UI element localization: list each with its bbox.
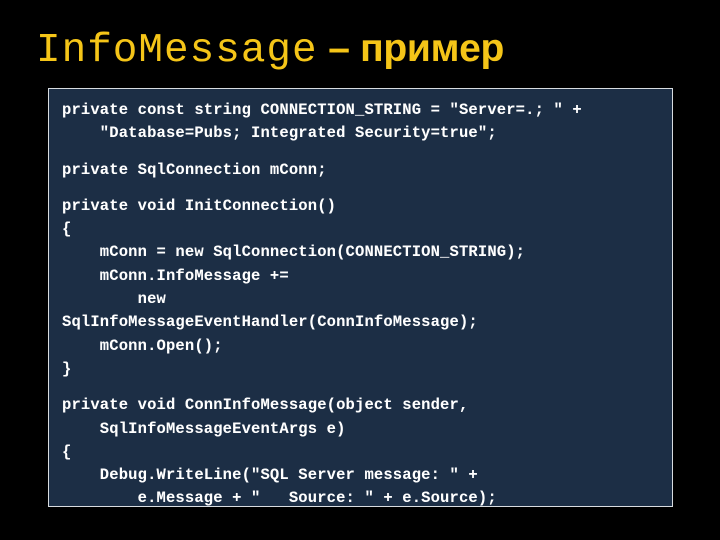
slide-canvas: InfoMessage – пример private const strin…	[0, 0, 720, 540]
code-line: mConn.Open();	[62, 336, 223, 355]
code-line: {	[62, 442, 72, 461]
code-line: mConn = new SqlConnection(CONNECTION_STR…	[62, 243, 526, 262]
code-line: {	[62, 220, 72, 239]
page-title-mono-part: InfoMessage	[36, 28, 318, 74]
code-line: private void InitConnection()	[62, 196, 337, 215]
page-title-sans-part: – пример	[317, 27, 505, 70]
code-line: "Database=Pubs; Integrated Security=true…	[62, 124, 497, 143]
code-block-container: private const string CONNECTION_STRING =…	[48, 88, 673, 507]
code-line: private SqlConnection mConn;	[62, 160, 327, 179]
code-line: e.Message + " Source: " + e.Source);	[62, 489, 497, 507]
code-line: new	[62, 290, 166, 309]
code-line: SqlInfoMessageEventArgs e)	[62, 419, 346, 438]
code-listing: private const string CONNECTION_STRING =…	[62, 99, 672, 507]
code-line: private void ConnInfoMessage(object send…	[62, 396, 469, 415]
code-line: }	[62, 359, 72, 378]
code-line: private const string CONNECTION_STRING =…	[62, 101, 582, 119]
page-title: InfoMessage – пример	[36, 22, 696, 74]
code-block-inner: private const string CONNECTION_STRING =…	[62, 99, 672, 506]
code-line: mConn.InfoMessage +=	[62, 266, 289, 285]
code-line: SqlInfoMessageEventHandler(ConnInfoMessa…	[62, 313, 478, 332]
code-line: Debug.WriteLine("SQL Server message: " +	[62, 466, 478, 485]
